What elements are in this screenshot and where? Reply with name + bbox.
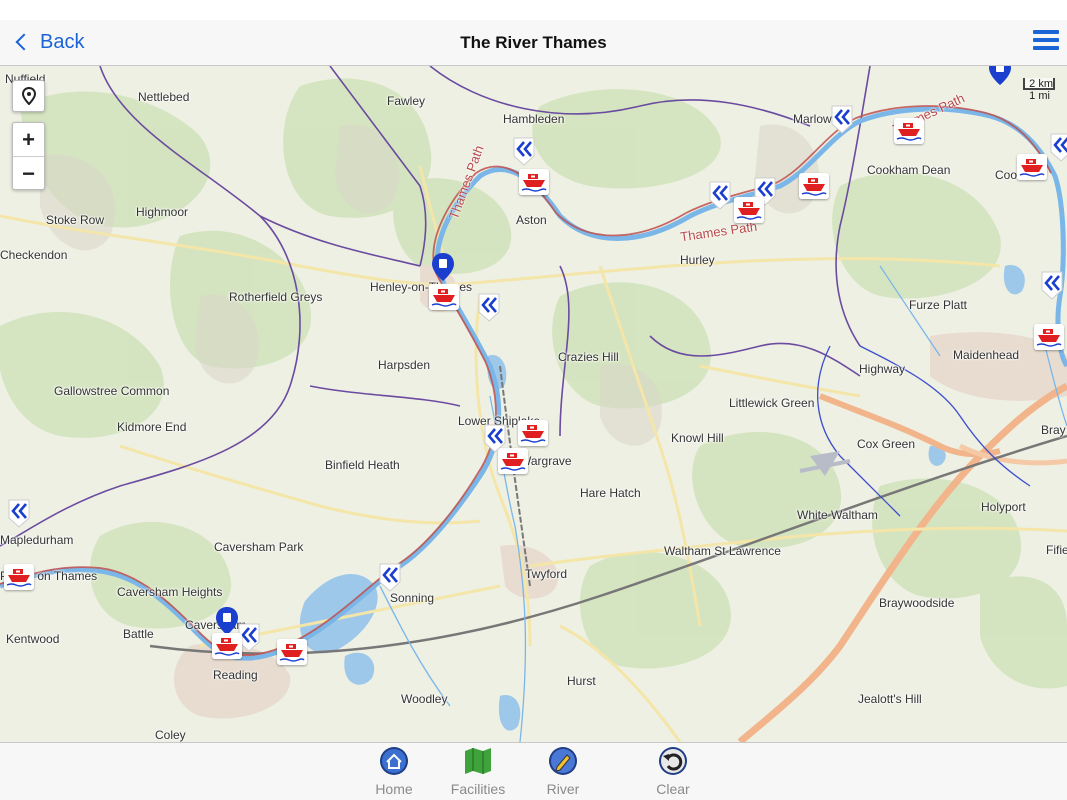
tab-label: Home [375,781,413,797]
tab-river[interactable]: River [523,746,603,799]
place-label: Cox Green [857,437,916,451]
place-label: Aston [516,213,547,227]
lock-chevron-icon[interactable] [511,136,537,166]
place-label: Caversham Heights [117,585,223,599]
tab-label: River [546,781,580,797]
zoom-in-button[interactable]: + [13,123,44,157]
tab-label: Clear [656,781,690,797]
boat-icon[interactable] [1017,154,1047,180]
boat-icon[interactable] [1034,324,1064,350]
place-label: Hambleden [503,112,565,126]
place-label: Hurley [680,253,715,267]
navigation-bar: Back The River Thames [0,20,1067,66]
hamburger-menu-icon[interactable] [1033,30,1059,56]
lock-chevron-icon[interactable] [829,104,855,134]
map-icon [465,748,491,774]
place-label: Jealott's Hill [858,692,922,706]
place-label: Battle [123,627,154,641]
undo-icon [659,747,687,775]
mooring-pin-icon[interactable] [988,66,1012,86]
locate-button[interactable] [12,80,45,112]
place-label: Maidenhead [953,348,1020,362]
pencil-icon [549,747,577,775]
boat-icon[interactable] [4,564,34,590]
place-label: Highway [859,362,906,376]
place-label: Caversham Park [214,540,304,554]
place-label: Binfield Heath [325,458,400,472]
place-label: Mapledurham [0,533,74,547]
lock-chevron-icon[interactable] [377,562,403,592]
place-label: Braywoodside [879,596,955,610]
boat-icon[interactable] [799,173,829,199]
place-label: Reading [213,668,258,682]
scale-mi: 1 mi [1029,90,1050,102]
tab-label: Facilities [450,781,506,797]
tab-clear[interactable]: Clear [633,746,713,799]
place-label: Woodley [401,692,448,706]
place-label: Kidmore End [117,420,187,434]
boat-icon[interactable] [518,420,548,446]
boat-icon[interactable] [212,633,242,659]
boat-icon[interactable] [734,197,764,223]
place-label: Knowl Hill [671,431,724,445]
place-label: Harpsden [378,358,431,372]
boat-icon[interactable] [429,284,459,310]
lock-chevron-icon[interactable] [707,180,733,210]
place-label: Waltham St Lawrence [664,544,781,558]
lock-chevron-icon[interactable] [1048,132,1067,162]
lock-chevron-icon[interactable] [6,498,32,528]
place-label: Fifield [1046,543,1067,557]
place-label: Nettlebed [138,90,190,104]
lock-chevron-icon[interactable] [476,292,502,322]
place-label: Kentwood [6,632,60,646]
place-label: Hare Hatch [580,486,641,500]
location-pin-icon [21,87,36,105]
tab-home[interactable]: Home [354,746,434,799]
place-label: Cookham Dean [867,163,951,177]
place-label: Hurst [567,674,596,688]
home-icon [380,747,408,775]
place-label: Crazies Hill [558,350,619,364]
boat-icon[interactable] [519,169,549,195]
lock-chevron-icon[interactable] [1039,270,1065,300]
zoom-control: + − [12,122,45,190]
place-label: Stoke Row [46,213,105,227]
boat-icon[interactable] [498,448,528,474]
scale-bar: 2 km 1 mi [1023,78,1055,102]
place-label: White Waltham [797,508,878,522]
tab-facilities[interactable]: Facilities [438,746,518,799]
place-label: Checkendon [0,248,68,262]
place-label: Littlewick Green [729,396,815,410]
place-label: Fawley [387,94,426,108]
place-label: Highmoor [136,205,189,219]
boat-icon[interactable] [277,639,307,665]
map-view[interactable]: Thames Path Thames Path Thames Path Nuff… [0,66,1067,742]
place-label: Twyford [525,567,568,581]
place-label: Bray [1041,423,1066,437]
place-label: Marlow [793,112,832,126]
place-label: Furze Platt [909,298,968,312]
place-label: Holyport [981,500,1026,514]
mooring-pin-icon[interactable] [431,252,455,282]
boat-icon[interactable] [894,118,924,144]
tab-bar: Home Facilities River Clear [0,742,1067,800]
place-label: Coley [155,728,186,742]
page-title: The River Thames [460,33,607,52]
status-bar [0,0,1067,20]
place-label: Gallowstree Common [54,384,170,398]
place-label: Sonning [390,591,435,605]
scale-km: 2 km [1023,78,1055,90]
zoom-out-button[interactable]: − [13,157,44,190]
place-label: Rotherfield Greys [229,290,323,304]
